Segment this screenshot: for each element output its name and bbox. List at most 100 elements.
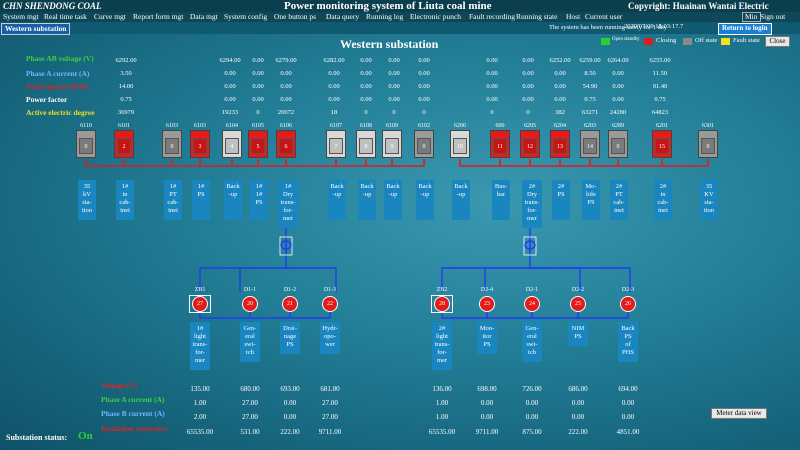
switch-state-12[interactable]: 11 xyxy=(493,138,507,154)
switch-state-8[interactable]: 8 xyxy=(359,138,373,154)
switch-state-16[interactable]: 0 xyxy=(611,138,625,154)
feeder-tag-17: 2# in cab-inet xyxy=(654,180,672,220)
switch-state-13[interactable]: 12 xyxy=(523,138,537,154)
bottom-node-circle-8[interactable]: 26 xyxy=(620,296,636,312)
bottom-node-id-5: D2-4 xyxy=(480,287,494,293)
bottom-node-id-6: D2-1 xyxy=(525,287,539,293)
bottom-node-circle-1[interactable]: 20 xyxy=(242,296,258,312)
bottom-node-id-8: D2-3 xyxy=(621,287,635,293)
switch-state-17[interactable]: 15 xyxy=(655,138,669,154)
switch-id-6: 6106 xyxy=(280,123,292,129)
bottom-value-r3-c6: 875.00 xyxy=(522,428,542,436)
switch-id-13: 6205 xyxy=(524,123,536,129)
feeder-tag-4: Back -up xyxy=(224,180,242,220)
bottom-node-circle-0[interactable]: 27 xyxy=(192,296,208,312)
bottom-tag-0: 1# light trans-for-mer xyxy=(190,322,210,370)
bottom-node-circle-6[interactable]: 24 xyxy=(524,296,540,312)
bottom-value-r1-c8: 0.00 xyxy=(621,399,635,407)
switch-id-0: 6110 xyxy=(80,123,92,129)
bottom-value-r3-c7: 222.00 xyxy=(568,428,588,436)
feeder-tag-11: Back -up xyxy=(452,180,470,220)
switch-state-11[interactable]: 10 xyxy=(453,138,467,154)
switch-state-2[interactable]: 0 xyxy=(165,138,179,154)
substation-status-label: Substation status: xyxy=(6,433,68,442)
bottom-value-r1-c2: 0.00 xyxy=(283,399,297,407)
switch-id-15: 6203 xyxy=(584,123,596,129)
bottom-tag-6: Gen-eral swi-tch xyxy=(522,322,542,362)
switch-id-16: 6289 xyxy=(612,123,624,129)
switch-id-2: 6103 xyxy=(166,123,178,129)
switch-id-10: 6102 xyxy=(418,123,430,129)
bottom-tag-7: NIM PS xyxy=(568,322,588,346)
switch-state-7[interactable]: 7 xyxy=(329,138,343,154)
bottom-value-r2-c2: 0.00 xyxy=(283,413,297,421)
feeder-tag-13: 2# Dry trans-for-mer xyxy=(522,180,542,228)
bottom-tag-8: Back PS of PHS xyxy=(618,322,638,362)
busbar-upper xyxy=(85,159,709,167)
switch-state-1[interactable]: 2 xyxy=(117,138,131,154)
bottom-value-r0-c3: 681.00 xyxy=(320,385,340,393)
bottom-value-r1-c5: 0.00 xyxy=(480,399,494,407)
switch-id-17: 6201 xyxy=(656,123,668,129)
feeder-tag-1: 1# in cab-inet xyxy=(116,180,134,220)
switch-id-5: 6105 xyxy=(252,123,264,129)
bottom-value-r3-c4: 65535.00 xyxy=(428,428,456,436)
switch-state-3[interactable]: 3 xyxy=(193,138,207,154)
switch-state-14[interactable]: 13 xyxy=(553,138,567,154)
bottom-value-r2-c1: 27.00 xyxy=(242,413,258,421)
bottom-value-r2-c5: 0.00 xyxy=(480,413,494,421)
switch-state-9[interactable]: 9 xyxy=(385,138,399,154)
substation-status-value: On xyxy=(78,430,93,442)
switch-state-0[interactable]: 0 xyxy=(79,138,93,154)
bottom-node-circle-3[interactable]: 22 xyxy=(322,296,338,312)
bottom-node-circle-4[interactable]: 28 xyxy=(434,296,450,312)
feeder-tag-10: Back -up xyxy=(416,180,434,220)
bottom-value-r3-c5: 9711.00 xyxy=(475,428,499,436)
switch-id-14: 6204 xyxy=(554,123,566,129)
feeder-tag-8: Back -up xyxy=(358,180,376,220)
feeder-tag-6: 1# Dry trans-for-mer xyxy=(278,180,298,228)
bottom-node-circle-7[interactable]: 25 xyxy=(570,296,586,312)
switch-id-3: 6103 xyxy=(194,123,206,129)
switch-state-10[interactable]: 0 xyxy=(417,138,431,154)
feeder-tag-5: 1# 1# PS xyxy=(250,180,268,220)
switch-state-18[interactable]: 0 xyxy=(701,138,715,154)
bottom-value-r0-c0: 135.00 xyxy=(190,385,210,393)
bottom-value-r0-c5: 698.00 xyxy=(477,385,497,393)
switch-id-11: 6206 xyxy=(454,123,466,129)
bottom-value-r0-c8: 694.00 xyxy=(618,385,638,393)
switch-state-5[interactable]: 5 xyxy=(251,138,265,154)
feeder-tag-14: 2# PS xyxy=(552,180,570,220)
feeder-tag-18: 35 KV sta-tion xyxy=(700,180,718,220)
bottom-value-r3-c1: 531.00 xyxy=(240,428,260,436)
switch-state-4[interactable]: 4 xyxy=(225,138,239,154)
bottom-value-r1-c4: 1.00 xyxy=(435,399,449,407)
bottom-node-circle-2[interactable]: 21 xyxy=(282,296,298,312)
feeder-tag-7: Back -up xyxy=(328,180,346,220)
bottom-node-circle-5[interactable]: 23 xyxy=(479,296,495,312)
switch-id-7: 6107 xyxy=(330,123,342,129)
bottom-tag-1: Gen-eral swi-tch xyxy=(240,322,260,362)
bottom-tag-3: Hydr-opo-wer xyxy=(320,322,340,354)
bottom-value-r1-c1: 27.00 xyxy=(242,399,258,407)
bottom-node-id-2: D1-2 xyxy=(283,287,297,293)
bottom-node-id-7: D2-2 xyxy=(571,287,585,293)
bottom-value-r2-c7: 0.00 xyxy=(571,413,585,421)
bottom-tag-5: Mon-itor PS xyxy=(477,322,497,354)
feeder-tag-3: 1# PS xyxy=(192,180,210,220)
feeder-tag-12: Bus-bar xyxy=(492,180,510,220)
meter-data-view-button[interactable]: Meter data view xyxy=(711,408,767,419)
bottom-value-r1-c3: 27.00 xyxy=(322,399,338,407)
bottom-value-r3-c2: 222.00 xyxy=(280,428,300,436)
bottom-value-r0-c6: 726.00 xyxy=(522,385,542,393)
bottom-tag-4: 2# light trans-for-mer xyxy=(432,322,452,370)
bottom-value-r2-c4: 1.00 xyxy=(435,413,449,421)
bottom-tag-2: Drai-nage PS xyxy=(280,322,300,354)
bottom-value-r0-c4: 136.00 xyxy=(432,385,452,393)
bottom-value-r3-c8: 4851.00 xyxy=(616,428,640,436)
bottom-value-r0-c1: 680.00 xyxy=(240,385,260,393)
bottom-node-id-0: ZB1 xyxy=(194,287,206,293)
switch-state-15[interactable]: 14 xyxy=(583,138,597,154)
feeder-tag-16: 2# PT cab-inet xyxy=(610,180,628,220)
switch-state-6[interactable]: 6 xyxy=(279,138,293,154)
